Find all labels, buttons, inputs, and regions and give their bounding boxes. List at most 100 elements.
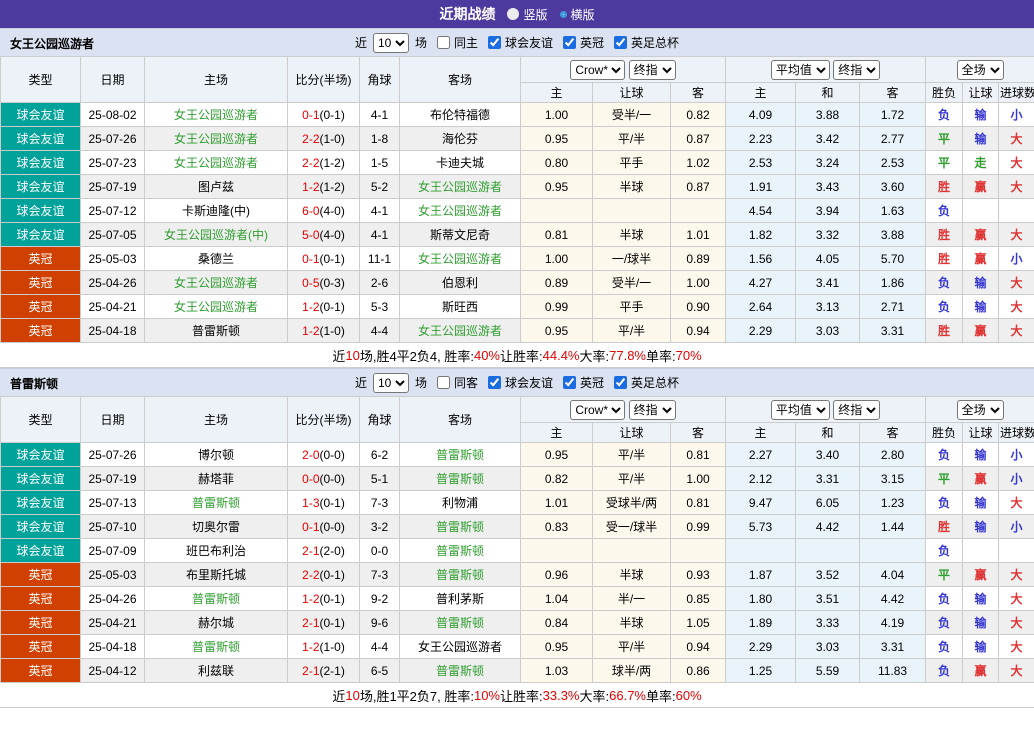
odds-home: 0.96 [520, 562, 593, 587]
avg-home: 2.12 [725, 466, 797, 491]
filter-controls: 近 10 场 同客 球会友谊 英冠 英足总杯 [355, 372, 680, 393]
odds-away: 0.90 [669, 294, 727, 319]
league-friendly-checkbox[interactable] [488, 376, 501, 389]
match-count-select[interactable]: 10 [372, 32, 409, 53]
scope-select[interactable]: 全场 [956, 59, 1004, 80]
odds-source-select[interactable]: Crow* [570, 59, 626, 80]
summary-segment: 单率: [646, 348, 676, 364]
away-team: 普雷斯顿 [399, 514, 521, 539]
avg-draw: 3.88 [795, 102, 861, 127]
odds-home: 0.83 [520, 514, 593, 539]
league-facup-checkbox[interactable] [614, 376, 628, 389]
goals-outcome: 大 [998, 294, 1034, 319]
match-row: 球会友谊 25-07-13 普雷斯顿 1-3(0-1) 7-3 利物浦 1.01 受球半/两 0… [0, 490, 1034, 515]
home-team: 女王公园巡游者 [144, 150, 288, 175]
col-date: 日期 [80, 396, 145, 443]
result-outcome: 负 [925, 490, 964, 515]
result-outcome: 负 [925, 658, 964, 683]
results-table-preston: 类型 日期 主场 比分(半场) 角球 客场 Crow* 终指 平均值 终指 全场 [0, 396, 1034, 683]
col-type: 类型 [0, 56, 81, 103]
match-score: 2-0(0-0) [287, 442, 360, 467]
odds-away: 0.93 [669, 562, 727, 587]
league-facup-label: 英足总杯 [631, 36, 680, 50]
handicap-line: 平/半 [592, 466, 671, 491]
league-championship-label: 英冠 [580, 376, 605, 390]
radio-unchecked-icon [507, 8, 520, 20]
result-outcome: 负 [925, 294, 964, 319]
layout-radio-vertical[interactable]: 竖版 [507, 6, 548, 23]
odds-home: 0.82 [520, 466, 593, 491]
avg-draw: 3.43 [795, 174, 861, 199]
handicap-line: 受一/球半 [592, 514, 671, 539]
radio-vertical-label: 竖版 [523, 7, 548, 22]
odds-away: 0.81 [669, 442, 727, 467]
odds-home [520, 198, 593, 223]
match-score: 0-5(0-3) [287, 270, 360, 295]
avg-final-select[interactable]: 终指 [833, 399, 881, 420]
avg-home: 9.47 [725, 490, 797, 515]
avg-draw: 3.52 [795, 562, 861, 587]
avg-draw: 3.31 [795, 466, 861, 491]
odds-home: 0.95 [520, 442, 593, 467]
away-team: 斯蒂文尼奇 [399, 222, 521, 247]
odds-group-header: Crow* 终指 [519, 56, 727, 83]
handicap-line: 球半/两 [592, 658, 671, 683]
result-outcome: 平 [925, 126, 964, 151]
avg-home: 2.23 [725, 126, 797, 151]
avg-draw: 3.40 [795, 442, 861, 467]
same-home-checkbox[interactable] [436, 36, 450, 49]
odds-final-select[interactable]: 终指 [628, 399, 676, 420]
odds-source-select[interactable]: Crow* [570, 399, 626, 420]
home-team: 班巴布利治 [144, 538, 288, 563]
league-championship-checkbox[interactable] [563, 376, 577, 389]
match-type-badge: 球会友谊 [0, 222, 81, 247]
avg-group-header: 平均值 终指 [725, 396, 927, 423]
match-type-badge: 英冠 [0, 270, 81, 295]
avg-home: 1.80 [725, 586, 797, 611]
handicap-line: 平/半 [592, 126, 671, 151]
avg-label-select[interactable]: 平均值 [770, 399, 830, 420]
scope-select[interactable]: 全场 [956, 399, 1004, 420]
home-team: 普雷斯顿 [144, 318, 288, 343]
handicap-line: 平手 [592, 294, 671, 319]
odds-away: 0.86 [669, 658, 727, 683]
match-type-badge: 英冠 [0, 658, 81, 683]
match-count-select[interactable]: 10 [372, 372, 409, 393]
goals-outcome: 大 [998, 562, 1034, 587]
avg-away: 4.04 [859, 562, 927, 587]
avg-away: 2.71 [859, 294, 927, 319]
summary-segment: 60% [675, 687, 702, 703]
col-result: 胜负 [925, 422, 964, 443]
match-date: 25-07-05 [80, 222, 145, 247]
same-away-checkbox[interactable] [436, 376, 450, 389]
match-score: 0-1(0-1) [287, 102, 360, 127]
home-team: 赫塔菲 [144, 466, 288, 491]
handicap-line [592, 198, 671, 223]
avg-away: 3.15 [859, 466, 927, 491]
match-row: 英冠 25-04-26 女王公园巡游者 0-5(0-3) 2-6 伯恩利 0.89 受半/一 1… [0, 270, 1034, 295]
match-row: 球会友谊 25-07-09 班巴布利治 2-1(2-0) 0-0 普雷斯顿 负 [0, 538, 1034, 563]
league-championship-checkbox[interactable] [563, 36, 577, 49]
col-odds-away: 客 [669, 422, 727, 443]
league-facup-checkbox[interactable] [614, 36, 628, 49]
avg-final-select[interactable]: 终指 [833, 59, 881, 80]
match-score: 2-1(0-1) [287, 610, 360, 635]
avg-label-select[interactable]: 平均值 [770, 59, 830, 80]
odds-final-select[interactable]: 终指 [628, 59, 676, 80]
summary-segment: 66.7% [609, 687, 646, 703]
page-title: 近期战绩 [439, 6, 496, 22]
handicap-outcome: 输 [962, 294, 1000, 319]
handicap-outcome: 走 [962, 150, 1000, 175]
handicap-outcome: 输 [962, 634, 1000, 659]
match-score: 2-2(1-0) [287, 126, 360, 151]
avg-away: 2.77 [859, 126, 927, 151]
match-type-badge: 球会友谊 [0, 174, 81, 199]
league-friendly-checkbox[interactable] [488, 36, 501, 49]
league-facup-label: 英足总杯 [631, 376, 680, 390]
odds-home: 1.01 [520, 490, 593, 515]
layout-radio-horizontal[interactable]: 横版 [559, 6, 595, 23]
corner-score: 9-2 [359, 586, 400, 611]
goals-outcome [998, 198, 1034, 223]
corner-score: 4-1 [359, 198, 400, 223]
goals-outcome: 大 [998, 222, 1034, 247]
